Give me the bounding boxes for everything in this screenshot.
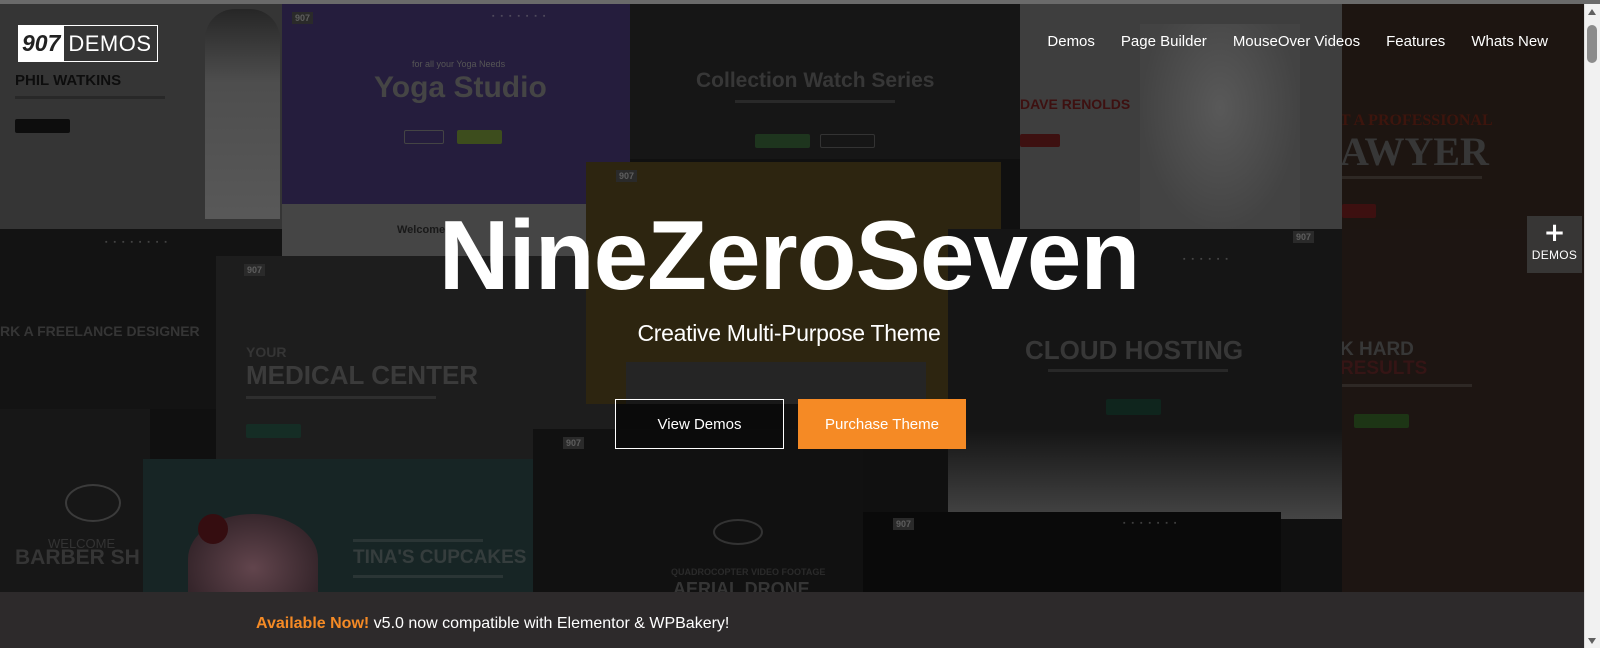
- logo-word: DEMOS: [68, 31, 152, 56]
- nav-whats-new[interactable]: Whats New: [1471, 32, 1548, 52]
- scroll-up-arrow-icon[interactable]: [1588, 9, 1596, 15]
- nav-demos[interactable]: Demos: [1047, 32, 1095, 52]
- page-scrollbar[interactable]: [1584, 4, 1600, 648]
- view-demos-button[interactable]: View Demos: [615, 399, 784, 449]
- side-demos-tab[interactable]: + DEMOS: [1527, 216, 1582, 273]
- hero-subtitle: Creative Multi-Purpose Theme: [637, 320, 941, 346]
- site-logo[interactable]: 907 DEMOS: [18, 25, 158, 62]
- nav-page-builder[interactable]: Page Builder: [1121, 32, 1207, 52]
- page: PHIL WATKINS 907 ▪▪▪▪▪▪▪ for all your Yo…: [0, 0, 1600, 648]
- announcement-text: Available Now! v5.0 now compatible with …: [256, 614, 729, 634]
- nav-mouseover-videos[interactable]: MouseOver Videos: [1233, 32, 1360, 52]
- purchase-theme-button[interactable]: Purchase Theme: [798, 399, 966, 449]
- hero-title: NineZeroSeven: [438, 200, 1140, 310]
- announcement-message: v5.0 now compatible with Elementor & WPB…: [369, 615, 730, 632]
- plus-icon: +: [1543, 218, 1566, 248]
- main-nav: Demos Page Builder MouseOver Videos Feat…: [1021, 32, 1548, 52]
- nav-features[interactable]: Features: [1386, 32, 1445, 52]
- side-demos-label: DEMOS: [1531, 248, 1578, 262]
- scrollbar-thumb[interactable]: [1587, 25, 1597, 63]
- announcement-highlight: Available Now!: [256, 615, 370, 632]
- logo-number: 907: [19, 26, 65, 61]
- scroll-down-arrow-icon[interactable]: [1588, 638, 1596, 644]
- announcement-bar: [0, 592, 1584, 648]
